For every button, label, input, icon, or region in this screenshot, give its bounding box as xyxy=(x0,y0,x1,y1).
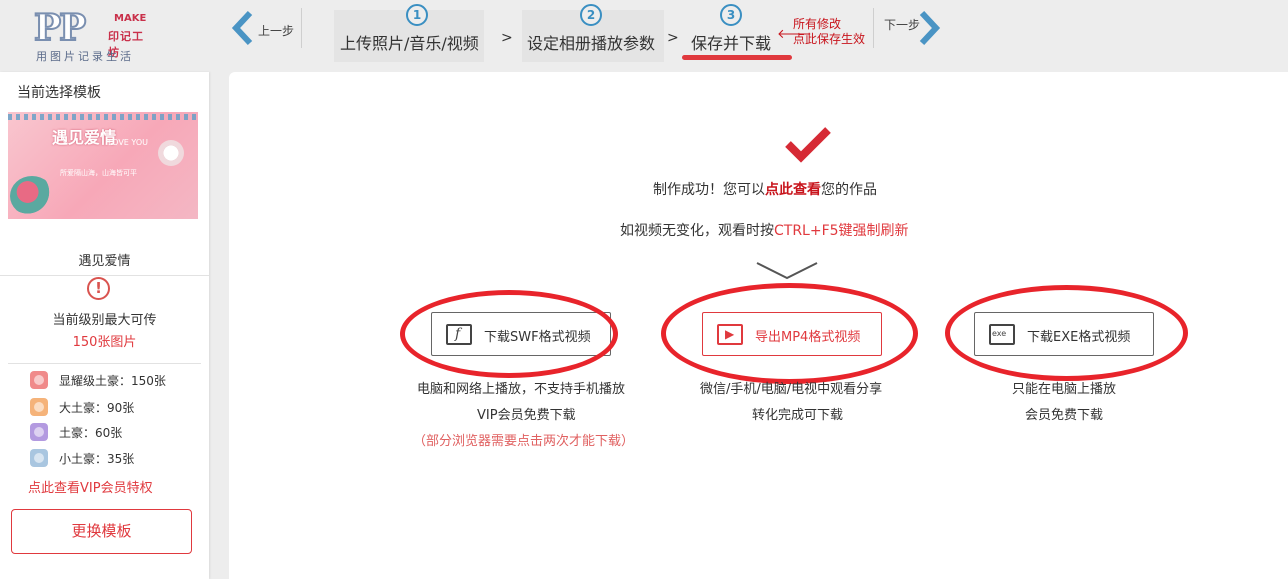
check-icon xyxy=(785,127,831,163)
step-upload[interactable]: 1 上传照片/音乐/视频 xyxy=(334,4,484,62)
active-step-indicator xyxy=(682,55,792,60)
success-prefix: 制作成功！您可以 xyxy=(653,182,765,198)
sidebar-title: 当前选择模板 xyxy=(17,85,101,101)
level-badge-icon xyxy=(30,423,48,441)
step-settings[interactable]: 2 设定相册播放参数 xyxy=(522,4,664,62)
template-thumbnail[interactable]: 遇见爱情 LOVE YOU 所爱隔山海，山海皆可平 xyxy=(8,112,198,219)
logo-slogan: 用图片记录生活 xyxy=(36,50,134,63)
level-text: 小土豪：35张 xyxy=(59,452,135,466)
next-step-button[interactable]: 下一步 xyxy=(873,8,953,48)
tv-antenna-icon xyxy=(756,262,818,280)
success-message: 制作成功！您可以点此查看您的作品 xyxy=(653,179,877,199)
step-label: 上传照片/音乐/视频 xyxy=(340,34,479,53)
vip-privileges-link[interactable]: 点此查看VIP会员特权 xyxy=(28,477,153,496)
step-number: 3 xyxy=(720,4,742,26)
step-separator: > xyxy=(667,30,679,46)
level-badge-icon xyxy=(30,371,48,389)
level-badge-icon xyxy=(30,449,48,467)
logo[interactable]: PP MAKE 印记工坊 用图片记录生活 xyxy=(33,7,147,64)
step-label: 保存并下载 xyxy=(691,34,772,53)
annotation-circle xyxy=(945,285,1188,381)
swf-desc-line3: （部分浏览器需要点击两次才能下载） xyxy=(413,434,635,449)
swf-desc-line2: VIP会员免费下载 xyxy=(477,408,576,423)
level-item: 显耀级土豪：150张 xyxy=(30,371,200,391)
step-number: 1 xyxy=(406,4,428,26)
level-item: 土豪：60张 xyxy=(30,423,200,443)
level-text: 土豪：60张 xyxy=(59,426,123,440)
annotation-circle xyxy=(661,283,918,384)
header-bar: PP MAKE 印记工坊 用图片记录生活 上一步 1 上传照片/音乐/视频 > … xyxy=(0,0,1288,72)
level-text: 大土豪：90张 xyxy=(59,401,135,415)
logo-make: MAKE xyxy=(114,13,147,24)
exe-desc-line1: 只能在电脑上播放 xyxy=(1012,382,1117,397)
main-panel: 制作成功！您可以点此查看您的作品 如视频无变化，观看时按CTRL+F5键强制刷新… xyxy=(229,72,1288,579)
thumbnail-caption: 所爱隔山海，山海皆可平 xyxy=(60,169,137,177)
upload-limit-label: 当前级别最大可传 xyxy=(52,313,157,328)
chevron-right-icon xyxy=(919,10,941,46)
thumbnail-subtitle: LOVE YOU xyxy=(108,138,148,147)
exe-desc-line2: 会员免费下载 xyxy=(1025,408,1104,423)
level-item: 小土豪：35张 xyxy=(30,449,200,469)
annotation-circle xyxy=(400,290,618,378)
sidebar: 当前选择模板 遇见爱情 LOVE YOU 所爱隔山海，山海皆可平 遇见爱情 ! … xyxy=(0,72,209,579)
step-label: 设定相册播放参数 xyxy=(527,34,656,53)
step-separator: > xyxy=(501,30,513,46)
logo-mark: PP xyxy=(33,7,87,49)
level-text: 显耀级土豪：150张 xyxy=(59,374,166,388)
view-work-link[interactable]: 点此查看 xyxy=(765,182,821,198)
template-name: 遇见爱情 xyxy=(78,254,131,269)
level-item: 大土豪：90张 xyxy=(30,398,200,418)
success-suffix: 您的作品 xyxy=(821,182,877,198)
divider xyxy=(8,363,201,364)
save-note-line2: 点此保存生效 xyxy=(793,32,866,46)
thumbnail-flower xyxy=(10,176,54,216)
swf-desc-line1: 电脑和网络上播放，不支持手机播放 xyxy=(417,382,626,397)
mp4-desc-line2: 转化完成可下载 xyxy=(752,408,844,423)
refresh-prefix: 如视频无变化，观看时按 xyxy=(620,223,774,239)
thumbnail-decoration xyxy=(8,114,198,120)
prev-step-label: 上一步 xyxy=(258,24,295,38)
mp4-desc-line1: 微信/手机/电脑/电视中观看分享 xyxy=(700,382,883,397)
prev-step-button[interactable]: 上一步 xyxy=(230,8,302,48)
save-note-link[interactable]: 🡐 所有修改 点此保存生效 xyxy=(777,15,873,49)
upload-limit-value: 150张图片 xyxy=(72,335,137,350)
level-badge-icon xyxy=(30,398,48,416)
change-template-button[interactable]: 更换模板 xyxy=(11,509,192,554)
step-number: 2 xyxy=(580,4,602,26)
warning-icon: ! xyxy=(87,277,110,300)
thumbnail-title: 遇见爱情 xyxy=(52,128,117,147)
divider xyxy=(0,275,209,276)
next-step-label: 下一步 xyxy=(884,18,921,32)
refresh-hint: 如视频无变化，观看时按CTRL+F5键强制刷新 xyxy=(620,220,909,240)
chevron-left-icon xyxy=(231,10,253,46)
thumbnail-plate xyxy=(158,140,184,166)
refresh-shortcut: CTRL+F5键强制刷新 xyxy=(774,223,909,239)
